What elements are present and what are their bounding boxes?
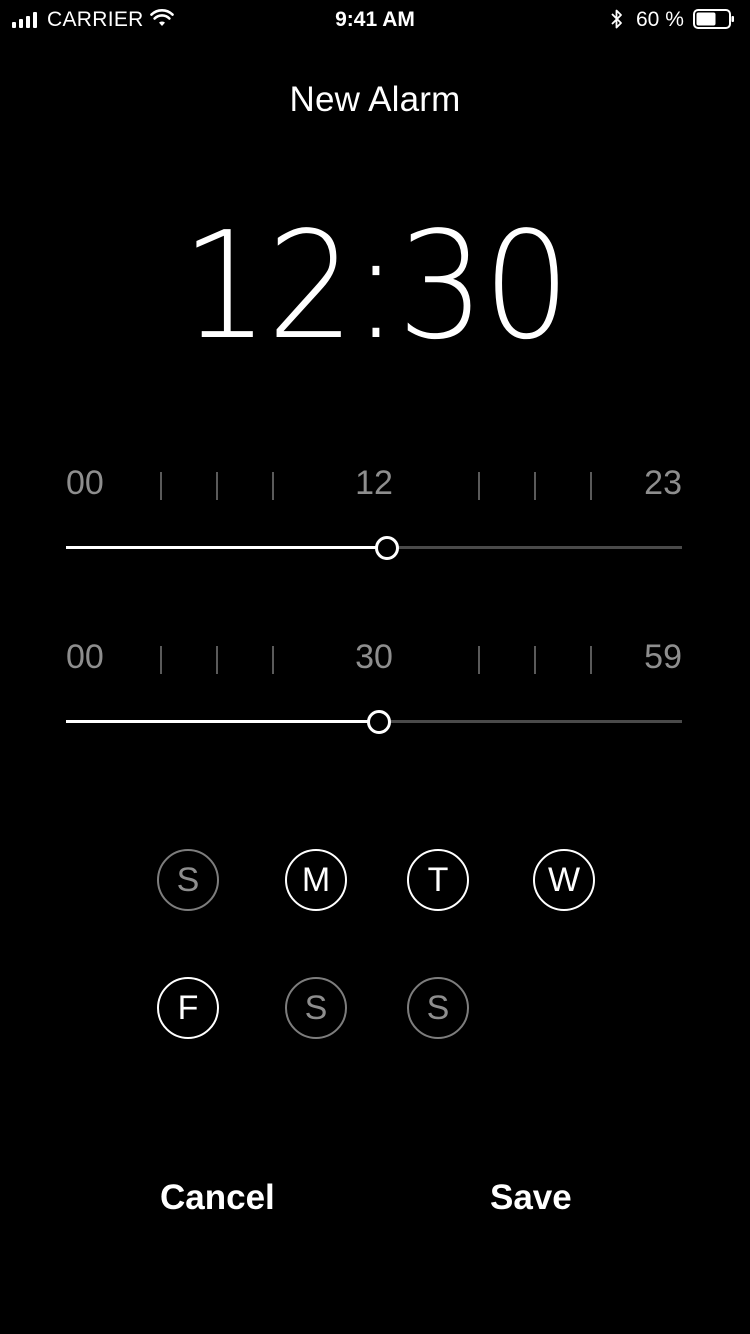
status-bar: CARRIER 9:41 AM 60 % [0,0,750,40]
tick-mark [478,472,480,500]
day-toggle-sunday-2[interactable]: S [407,977,469,1039]
day-toggle-wednesday[interactable]: W [533,849,595,911]
cancel-button[interactable]: Cancel [160,1178,275,1218]
tick-mark [216,646,218,674]
minute-max-label: 59 [644,638,682,676]
hour-mid-label: 12 [355,464,393,502]
tick-mark [478,646,480,674]
tick-mark [534,472,536,500]
minute-slider[interactable]: 00 30 59 [66,636,682,736]
minute-mid-label: 30 [355,638,393,676]
hour-min-label: 00 [66,464,104,502]
save-button[interactable]: Save [490,1178,572,1218]
minute-min-label: 00 [66,638,104,676]
tick-mark [160,472,162,500]
day-toggle-tuesday[interactable]: T [407,849,469,911]
minute-slider-thumb[interactable] [367,710,391,734]
hour-slider[interactable]: 00 12 23 [66,462,682,562]
battery-icon [693,9,735,29]
hour-max-label: 23 [644,464,682,502]
tick-mark [534,646,536,674]
tick-mark [160,646,162,674]
tick-mark [590,646,592,674]
bluetooth-icon [610,8,624,35]
page-title: New Alarm [289,80,461,119]
tick-mark [590,472,592,500]
tick-mark [272,646,274,674]
tick-mark [272,472,274,500]
day-toggle-sunday[interactable]: S [157,849,219,911]
hour-slider-thumb[interactable] [375,536,399,560]
day-toggle-monday[interactable]: M [285,849,347,911]
minute-slider-fill [66,720,379,723]
hour-slider-fill [66,546,387,549]
alarm-time-display: 12:30 [181,200,570,372]
tick-mark [216,472,218,500]
day-toggle-saturday[interactable]: S [285,977,347,1039]
battery-percent: 60 % [636,8,684,31]
day-toggle-friday[interactable]: F [157,977,219,1039]
